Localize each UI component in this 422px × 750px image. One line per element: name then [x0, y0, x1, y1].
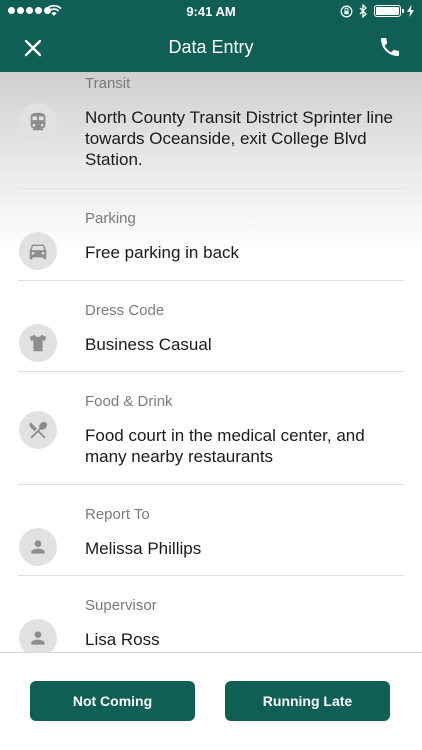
list-item-transit: Transit North County Transit District Sp…	[0, 72, 422, 188]
phone-icon[interactable]	[378, 35, 402, 59]
row-value: Free parking in back	[85, 243, 240, 262]
details-list[interactable]: Transit North County Transit District Sp…	[0, 72, 422, 652]
row-label: Supervisor	[85, 597, 157, 614]
status-bar: 9:41 AM	[0, 0, 422, 22]
person-icon	[19, 619, 57, 652]
list-item-supervisor: Supervisor Lisa Ross	[0, 576, 422, 652]
fork-knife-icon	[19, 411, 57, 449]
row-value: Lisa Ross	[85, 630, 160, 649]
list-item-dress-code: Dress Code Business Casual	[0, 281, 422, 371]
page-title: Data Entry	[168, 37, 254, 57]
orientation-lock-icon	[340, 5, 353, 17]
row-value: Food court in the medical center, and ma…	[85, 426, 365, 466]
row-label: Food & Drink	[85, 393, 173, 410]
app-header: 9:41 AM Data Entry	[0, 0, 422, 72]
person-icon	[19, 528, 57, 566]
shirt-icon	[19, 324, 57, 362]
list-item-food-drink: Food & Drink Food court in the medical c…	[0, 372, 422, 484]
car-icon	[19, 232, 57, 270]
running-late-button[interactable]: Running Late	[225, 681, 390, 721]
row-value: Melissa Phillips	[85, 539, 202, 558]
action-footer: Not Coming Running Late	[0, 652, 422, 750]
row-value: Business Casual	[85, 335, 212, 354]
row-label: Parking	[85, 210, 136, 227]
train-icon	[19, 103, 57, 141]
list-item-parking: Parking Free parking in back	[0, 189, 422, 280]
charging-icon	[407, 5, 414, 17]
row-value: North County Transit District Sprinter l…	[85, 108, 393, 169]
bluetooth-icon	[359, 4, 367, 18]
row-label: Transit	[85, 75, 131, 92]
list-item-report-to: Report To Melissa Phillips	[0, 485, 422, 575]
row-label: Report To	[85, 506, 150, 523]
row-label: Dress Code	[85, 302, 165, 319]
battery-icon	[374, 5, 404, 17]
not-coming-button[interactable]: Not Coming	[30, 681, 195, 721]
nav-bar: Data Entry	[0, 22, 422, 72]
